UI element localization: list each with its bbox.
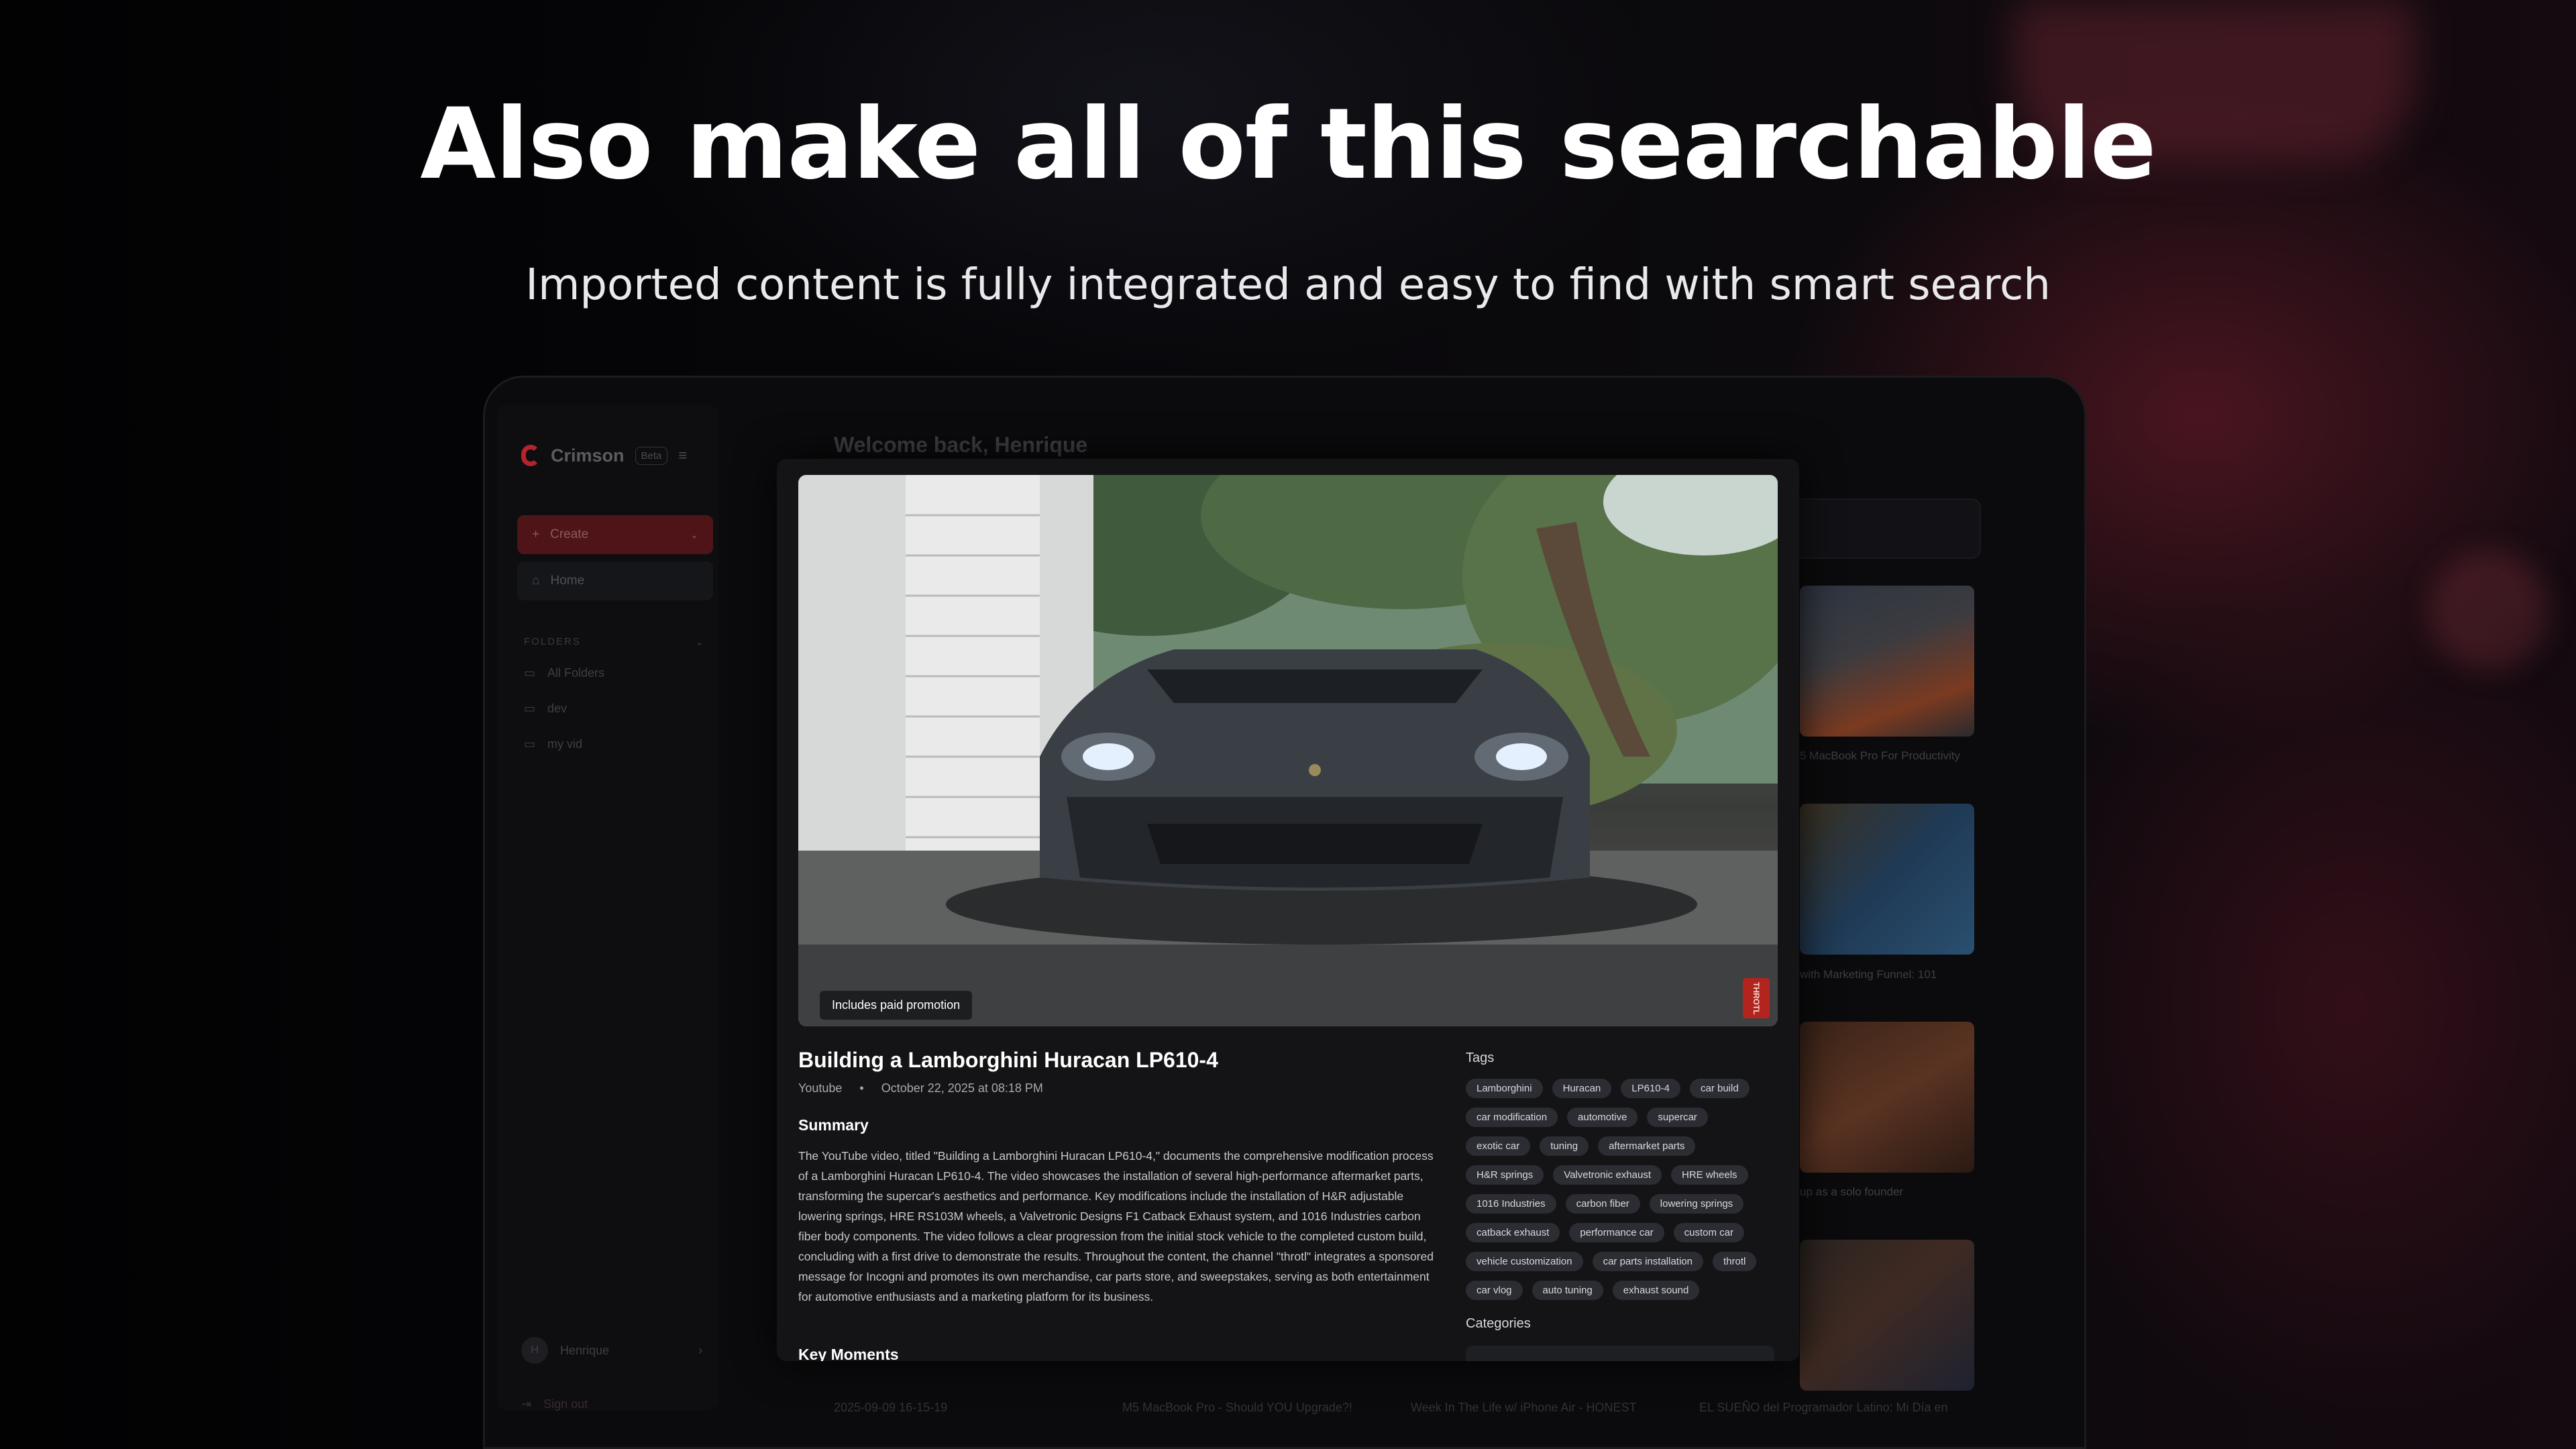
chevron-down-icon: ⌄	[690, 529, 698, 540]
create-button[interactable]: + Create ⌄	[517, 515, 713, 554]
tag-chip[interactable]: Valvetronic exhaust	[1553, 1165, 1662, 1185]
category-chip[interactable]	[1466, 1346, 1774, 1361]
tag-chip[interactable]: custom car	[1673, 1223, 1744, 1242]
tag-chip[interactable]: car parts installation	[1592, 1252, 1703, 1271]
tag-chip[interactable]: car vlog	[1466, 1281, 1523, 1300]
tag-chip[interactable]: exhaust sound	[1612, 1281, 1700, 1300]
video-caption: 2025-09-09 16-15-19	[834, 1401, 948, 1414]
tag-chip[interactable]: car build	[1689, 1079, 1750, 1098]
tag-chip[interactable]: throtl	[1712, 1252, 1757, 1271]
welcome-heading: Welcome back, Henrique	[834, 433, 1088, 457]
sidebar-item-label: Home	[550, 574, 585, 588]
video-caption: with Marketing Funnel: 101	[1800, 968, 1937, 981]
summary-heading: Summary	[798, 1116, 869, 1134]
tag-chip[interactable]: exotic car	[1466, 1136, 1531, 1156]
plus-icon: +	[532, 527, 540, 541]
tag-chip[interactable]: supercar	[1647, 1108, 1708, 1127]
tag-chip[interactable]: tuning	[1540, 1136, 1589, 1156]
summary-text: The YouTube video, titled "Building a La…	[798, 1149, 1434, 1303]
hero-subtitle: Imported content is fully integrated and…	[525, 260, 2051, 310]
create-label: Create	[550, 527, 589, 541]
video-caption: Week In The Life w/ iPhone Air - HONEST	[1411, 1401, 1637, 1414]
video-meta: Youtube • October 22, 2025 at 08:18 PM	[798, 1081, 1043, 1095]
menu-icon[interactable]: ≡	[678, 447, 687, 464]
beta-badge: Beta	[635, 446, 668, 465]
folder-icon: ▭	[524, 737, 536, 751]
channel-logo: THROTL	[1743, 978, 1770, 1018]
logout-icon: ⇥	[521, 1397, 532, 1411]
folder-icon: ▭	[524, 702, 536, 715]
background-glow	[2428, 550, 2549, 671]
video-caption: 5 MacBook Pro For Productivity	[1800, 749, 1961, 762]
key-moments-heading: Key Moments	[798, 1346, 899, 1361]
sidebar: Crimson Beta ≡ + Create ⌄ ⌂ Home FOLDERS…	[497, 405, 718, 1411]
sidebar-item-label: my vid	[547, 737, 583, 751]
hero-title: Also make all of this searchable	[420, 87, 2156, 201]
paid-promotion-label: Includes paid promotion	[820, 991, 973, 1020]
chevron-down-icon: ⌄	[695, 637, 705, 648]
tag-chip[interactable]: vehicle customization	[1466, 1252, 1583, 1271]
folder-stack-icon: ▭	[524, 666, 536, 680]
video-date: October 22, 2025 at 08:18 PM	[881, 1081, 1043, 1095]
video-caption: EL SUEÑO del Programador Latino: Mi Día …	[1699, 1401, 1948, 1414]
video-player[interactable]: Includes paid promotion THROTL	[798, 475, 1778, 1026]
video-thumbnail[interactable]	[1800, 586, 1974, 737]
tag-chip[interactable]: Huracan	[1552, 1079, 1612, 1098]
video-title: Building a Lamborghini Huracan LP610-4	[798, 1048, 1218, 1072]
sidebar-item-dev[interactable]: ▭ dev	[524, 702, 567, 716]
tag-chip[interactable]: LP610-4	[1621, 1079, 1680, 1098]
folders-header[interactable]: FOLDERS ⌄	[524, 636, 705, 648]
sign-out-label: Sign out	[543, 1397, 588, 1411]
tag-chip[interactable]: lowering springs	[1649, 1194, 1744, 1214]
sidebar-item-label: dev	[547, 702, 568, 715]
tag-chip[interactable]: H&R springs	[1466, 1165, 1544, 1185]
sidebar-item-home[interactable]: ⌂ Home	[517, 561, 713, 600]
tag-chip[interactable]: auto tuning	[1532, 1281, 1603, 1300]
sidebar-item-my-vid[interactable]: ▭ my vid	[524, 737, 582, 751]
tag-chip[interactable]: automotive	[1567, 1108, 1638, 1127]
home-icon: ⌂	[532, 574, 540, 588]
tag-chip[interactable]: performance car	[1569, 1223, 1664, 1242]
chevron-right-icon: ›	[698, 1343, 702, 1357]
user-name: Henrique	[560, 1343, 610, 1357]
video-thumbnail[interactable]	[1800, 1022, 1974, 1173]
tag-chip[interactable]: Lamborghini	[1466, 1079, 1543, 1098]
video-frame	[798, 475, 1778, 1026]
video-caption: up as a solo founder	[1800, 1185, 1904, 1198]
tag-chip[interactable]: aftermarket parts	[1598, 1136, 1696, 1156]
brand-name: Crimson	[551, 445, 625, 466]
tag-chip[interactable]: 1016 Industries	[1466, 1194, 1556, 1214]
categories-heading: Categories	[1466, 1316, 1531, 1331]
brand-row: Crimson Beta ≡	[521, 445, 687, 466]
avatar: H	[521, 1337, 548, 1364]
tag-list: Lamborghini Huracan LP610-4 car build car mo…	[1466, 1079, 1781, 1300]
tag-chip[interactable]: HRE wheels	[1671, 1165, 1748, 1185]
video-caption: M5 MacBook Pro - Should YOU Upgrade?!	[1122, 1401, 1352, 1414]
video-source: Youtube	[798, 1081, 843, 1095]
tag-chip[interactable]: car modification	[1466, 1108, 1558, 1127]
crimson-logo-icon	[521, 445, 540, 466]
video-thumbnail[interactable]	[1800, 804, 1974, 955]
tag-chip[interactable]: carbon fiber	[1565, 1194, 1640, 1214]
tags-heading: Tags	[1466, 1051, 1495, 1065]
user-menu[interactable]: H Henrique ›	[521, 1337, 702, 1364]
video-detail-modal: Includes paid promotion THROTL Building …	[777, 459, 1799, 1361]
sidebar-item-label: All Folders	[547, 666, 605, 680]
sign-out-button[interactable]: ⇥ Sign out	[521, 1397, 588, 1411]
video-thumbnail[interactable]	[1800, 1240, 1974, 1391]
folders-header-label: FOLDERS	[524, 636, 581, 647]
sidebar-item-all-folders[interactable]: ▭ All Folders	[524, 666, 604, 680]
meta-separator: •	[859, 1081, 864, 1095]
tag-chip[interactable]: catback exhaust	[1466, 1223, 1560, 1242]
